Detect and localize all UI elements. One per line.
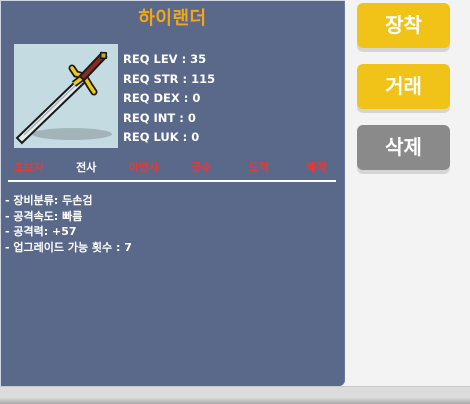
window-bottom-frame bbox=[0, 386, 470, 404]
equip-button[interactable]: 장착 bbox=[357, 3, 450, 48]
delete-button[interactable]: 삭제 bbox=[357, 125, 450, 170]
req-luk: REQ LUK : 0 bbox=[123, 130, 200, 144]
requirements-list: REQ LEV : 35 REQ STR : 115 REQ DEX : 0 R… bbox=[123, 50, 215, 148]
job-beginner: 초보자 bbox=[13, 161, 44, 174]
item-name: 하이랜더 bbox=[138, 8, 207, 29]
job-magician: 마법사 bbox=[128, 161, 159, 174]
property-upgrade-slots: - 업그레이드 가능 횟수 : 7 bbox=[5, 240, 132, 254]
property-equipment-type: - 장비분류: 두손검 bbox=[5, 194, 93, 207]
req-str: REQ STR : 115 bbox=[123, 71, 216, 86]
divider bbox=[8, 180, 336, 182]
job-thief: 도적 bbox=[248, 161, 269, 174]
job-archer: 궁수 bbox=[191, 161, 212, 174]
job-pirate: 해적 bbox=[306, 161, 327, 174]
two-handed-sword-icon bbox=[14, 44, 118, 148]
req-int: REQ INT : 0 bbox=[123, 110, 196, 125]
item-properties: - 장비분류: 두손검 - 공격속도: 빠름 - 공격력: +57 - 업그레이… bbox=[5, 193, 132, 255]
trade-button[interactable]: 거래 bbox=[357, 64, 450, 109]
property-attack-speed: - 공격속도: 빠름 bbox=[5, 209, 83, 223]
req-dex: REQ DEX : 0 bbox=[123, 91, 201, 105]
item-info-panel: 하이랜더 REQ LEV : 35 REQ STR : 115 REQ DEX … bbox=[0, 0, 345, 386]
job-warrior: 전사 bbox=[76, 161, 97, 174]
req-level: REQ LEV : 35 bbox=[123, 52, 207, 66]
property-attack-power: - 공격력: +57 bbox=[5, 225, 77, 238]
job-restrictions: 초보자 전사 마법사 궁수 도적 해적 bbox=[0, 159, 345, 175]
